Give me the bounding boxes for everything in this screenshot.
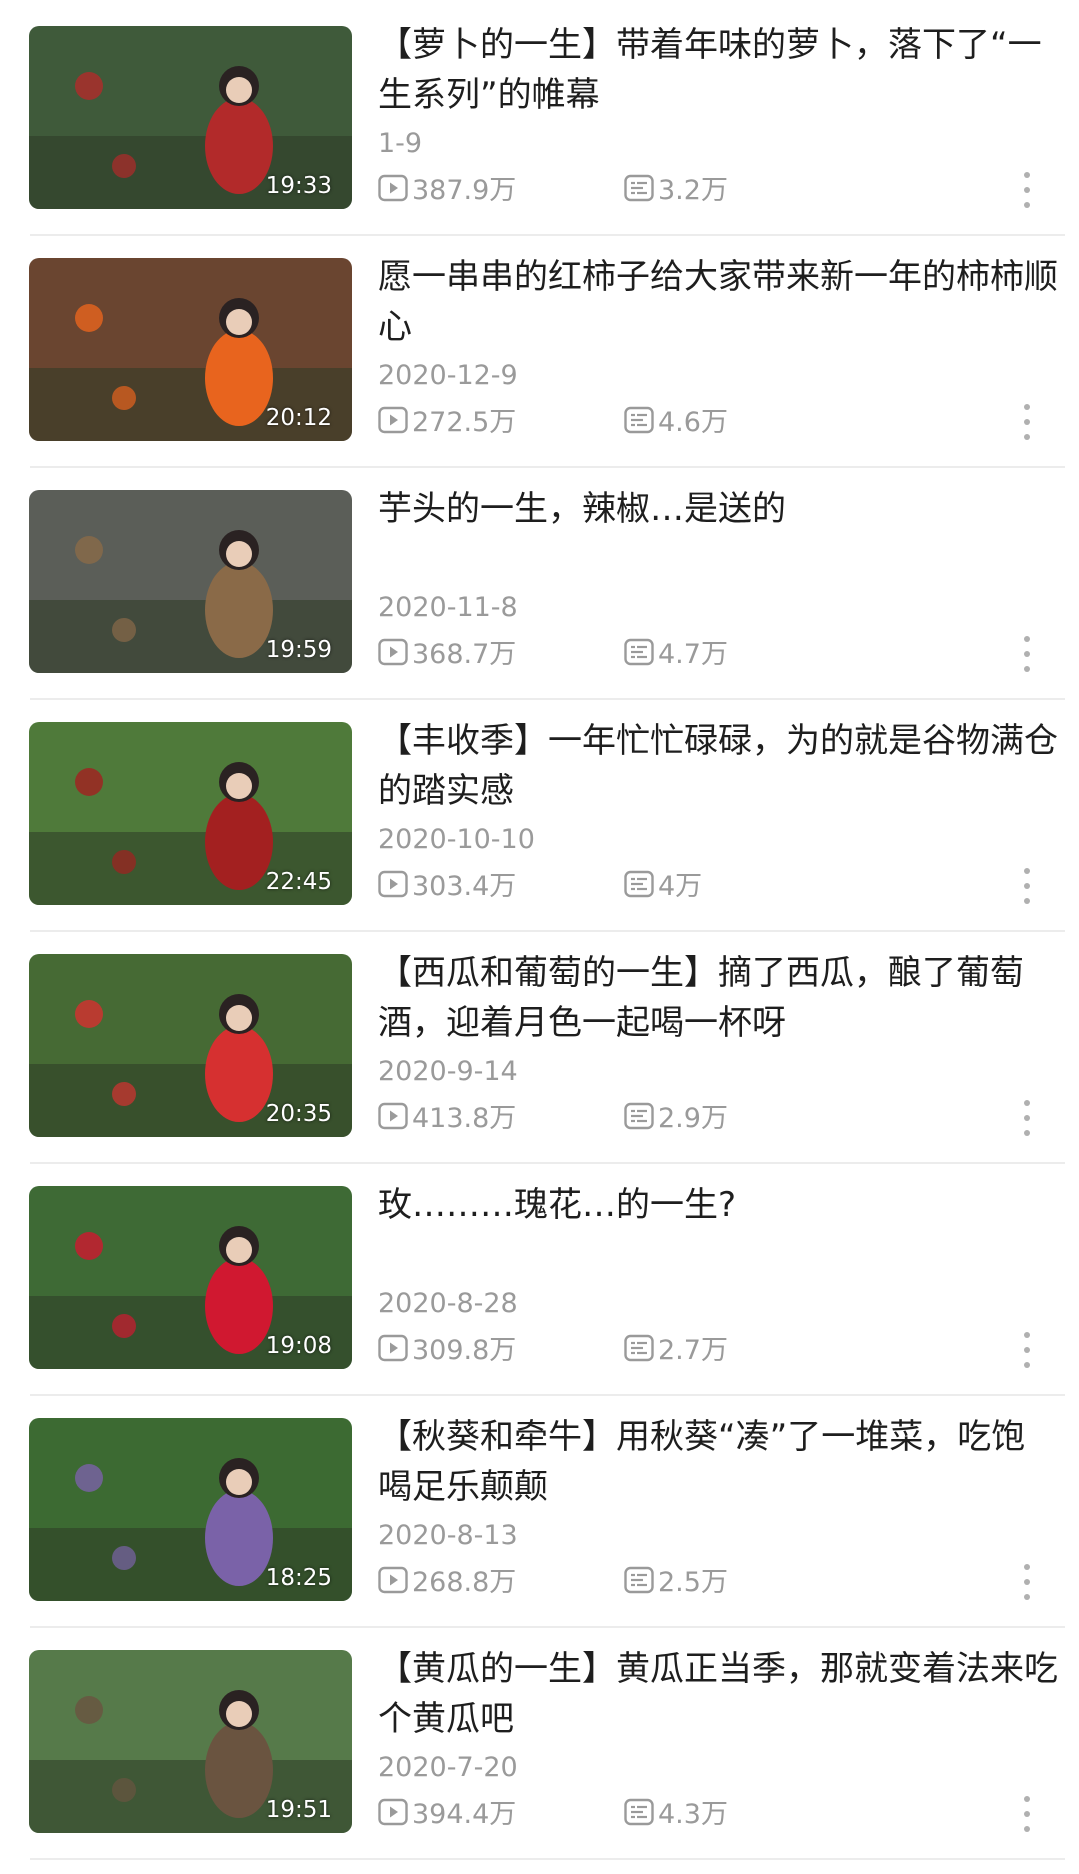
- view-count-value: 303.4万: [412, 871, 517, 902]
- video-title[interactable]: 玫………瑰花…的一生?: [378, 1180, 1058, 1230]
- view-count-value: 309.8万: [412, 1335, 517, 1366]
- view-count: 368.7万: [378, 632, 516, 671]
- danmaku-count: 2.9万: [624, 1096, 728, 1135]
- play-icon: [378, 1798, 408, 1825]
- upload-date: 2020-8-13: [378, 1520, 518, 1551]
- view-count: 394.4万: [378, 1792, 516, 1831]
- view-count-value: 394.4万: [412, 1799, 517, 1830]
- more-vertical-icon[interactable]: [1014, 636, 1040, 672]
- upload-date: 2020-10-10: [378, 824, 535, 855]
- video-duration: 18:25: [265, 1565, 332, 1591]
- more-vertical-icon[interactable]: [1014, 404, 1040, 440]
- video-duration: 20:12: [265, 405, 332, 431]
- video-thumbnail[interactable]: 22:45: [29, 722, 352, 905]
- danmaku-count: 2.7万: [624, 1328, 728, 1367]
- view-count: 413.8万: [378, 1096, 516, 1135]
- danmaku-icon: [624, 174, 654, 201]
- upload-date: 2020-7-20: [378, 1752, 518, 1783]
- danmaku-icon: [624, 870, 654, 897]
- danmaku-count: 4万: [624, 864, 702, 903]
- video-duration: 19:59: [265, 637, 332, 663]
- more-vertical-icon[interactable]: [1014, 1796, 1040, 1832]
- danmaku-icon: [624, 1334, 654, 1361]
- view-count: 268.8万: [378, 1560, 516, 1599]
- danmaku-count-value: 4.7万: [658, 639, 728, 670]
- divider: [30, 1858, 1065, 1860]
- view-count-value: 387.9万: [412, 175, 517, 206]
- video-item[interactable]: 20:12 愿一串串的红柿子给大家带来新一年的柿柿顺心 2020-12-9 27…: [0, 236, 1079, 468]
- view-count: 309.8万: [378, 1328, 516, 1367]
- video-title[interactable]: 【萝卜的一生】带着年味的萝卜，落下了“一生系列”的帷幕: [378, 20, 1058, 120]
- danmaku-count-value: 2.9万: [658, 1103, 728, 1134]
- video-thumbnail[interactable]: 18:25: [29, 1418, 352, 1601]
- danmaku-count-value: 4万: [658, 871, 703, 902]
- danmaku-count: 4.3万: [624, 1792, 728, 1831]
- danmaku-count-value: 2.7万: [658, 1335, 728, 1366]
- video-title[interactable]: 芋头的一生，辣椒…是送的: [378, 484, 1058, 534]
- play-icon: [378, 174, 408, 201]
- danmaku-icon: [624, 1566, 654, 1593]
- danmaku-icon: [624, 1102, 654, 1129]
- video-item[interactable]: 22:45 【丰收季】一年忙忙碌碌，为的就是谷物满仓的踏实感 2020-10-1…: [0, 700, 1079, 932]
- video-item[interactable]: 20:35 【西瓜和葡萄的一生】摘了西瓜，酿了葡萄酒，迎着月色一起喝一杯呀 20…: [0, 932, 1079, 1164]
- view-count-value: 272.5万: [412, 407, 517, 438]
- video-title[interactable]: 【丰收季】一年忙忙碌碌，为的就是谷物满仓的踏实感: [378, 716, 1058, 816]
- danmaku-count: 4.6万: [624, 400, 728, 439]
- view-count: 272.5万: [378, 400, 516, 439]
- upload-date: 2020-8-28: [378, 1288, 518, 1319]
- video-thumbnail[interactable]: 20:12: [29, 258, 352, 441]
- danmaku-count-value: 3.2万: [658, 175, 728, 206]
- more-vertical-icon[interactable]: [1014, 1100, 1040, 1136]
- danmaku-count-value: 2.5万: [658, 1567, 728, 1598]
- more-vertical-icon[interactable]: [1014, 1564, 1040, 1600]
- danmaku-icon: [624, 1798, 654, 1825]
- video-duration: 19:08: [265, 1333, 332, 1359]
- view-count: 387.9万: [378, 168, 516, 207]
- video-thumbnail[interactable]: 19:51: [29, 1650, 352, 1833]
- video-duration: 20:35: [265, 1101, 332, 1127]
- view-count: 303.4万: [378, 864, 516, 903]
- play-icon: [378, 1102, 408, 1129]
- danmaku-count: 2.5万: [624, 1560, 728, 1599]
- danmaku-count-value: 4.6万: [658, 407, 728, 438]
- video-thumbnail[interactable]: 19:59: [29, 490, 352, 673]
- upload-date: 2020-12-9: [378, 360, 518, 391]
- view-count-value: 413.8万: [412, 1103, 517, 1134]
- danmaku-icon: [624, 638, 654, 665]
- upload-date: 1-9: [378, 128, 423, 159]
- video-duration: 19:33: [265, 173, 332, 199]
- play-icon: [378, 1334, 408, 1361]
- upload-date: 2020-11-8: [378, 592, 518, 623]
- video-item[interactable]: 19:08 玫………瑰花…的一生? 2020-8-28 309.8万 2.7万: [0, 1164, 1079, 1396]
- video-title[interactable]: 愿一串串的红柿子给大家带来新一年的柿柿顺心: [378, 252, 1058, 352]
- more-vertical-icon[interactable]: [1014, 1332, 1040, 1368]
- danmaku-count: 3.2万: [624, 168, 728, 207]
- video-title[interactable]: 【西瓜和葡萄的一生】摘了西瓜，酿了葡萄酒，迎着月色一起喝一杯呀: [378, 948, 1058, 1048]
- video-thumbnail[interactable]: 19:08: [29, 1186, 352, 1369]
- view-count-value: 268.8万: [412, 1567, 517, 1598]
- play-icon: [378, 870, 408, 897]
- video-duration: 19:51: [265, 1797, 332, 1823]
- danmaku-count-value: 4.3万: [658, 1799, 728, 1830]
- video-title[interactable]: 【秋葵和牵牛】用秋葵“凑”了一堆菜，吃饱喝足乐颠颠: [378, 1412, 1058, 1512]
- upload-date: 2020-9-14: [378, 1056, 518, 1087]
- video-item[interactable]: 19:51 【黄瓜的一生】黄瓜正当季，那就变着法来吃个黄瓜吧 2020-7-20…: [0, 1628, 1079, 1860]
- more-vertical-icon[interactable]: [1014, 172, 1040, 208]
- view-count-value: 368.7万: [412, 639, 517, 670]
- play-icon: [378, 638, 408, 665]
- video-list: 19:33 【萝卜的一生】带着年味的萝卜，落下了“一生系列”的帷幕 1-9 38…: [0, 0, 1079, 1874]
- video-item[interactable]: 18:25 【秋葵和牵牛】用秋葵“凑”了一堆菜，吃饱喝足乐颠颠 2020-8-1…: [0, 1396, 1079, 1628]
- video-item[interactable]: 19:33 【萝卜的一生】带着年味的萝卜，落下了“一生系列”的帷幕 1-9 38…: [0, 4, 1079, 236]
- video-duration: 22:45: [265, 869, 332, 895]
- danmaku-count: 4.7万: [624, 632, 728, 671]
- more-vertical-icon[interactable]: [1014, 868, 1040, 904]
- video-thumbnail[interactable]: 19:33: [29, 26, 352, 209]
- video-item[interactable]: 19:59 芋头的一生，辣椒…是送的 2020-11-8 368.7万 4.7万: [0, 468, 1079, 700]
- play-icon: [378, 1566, 408, 1593]
- video-title[interactable]: 【黄瓜的一生】黄瓜正当季，那就变着法来吃个黄瓜吧: [378, 1644, 1058, 1744]
- danmaku-icon: [624, 406, 654, 433]
- play-icon: [378, 406, 408, 433]
- video-thumbnail[interactable]: 20:35: [29, 954, 352, 1137]
